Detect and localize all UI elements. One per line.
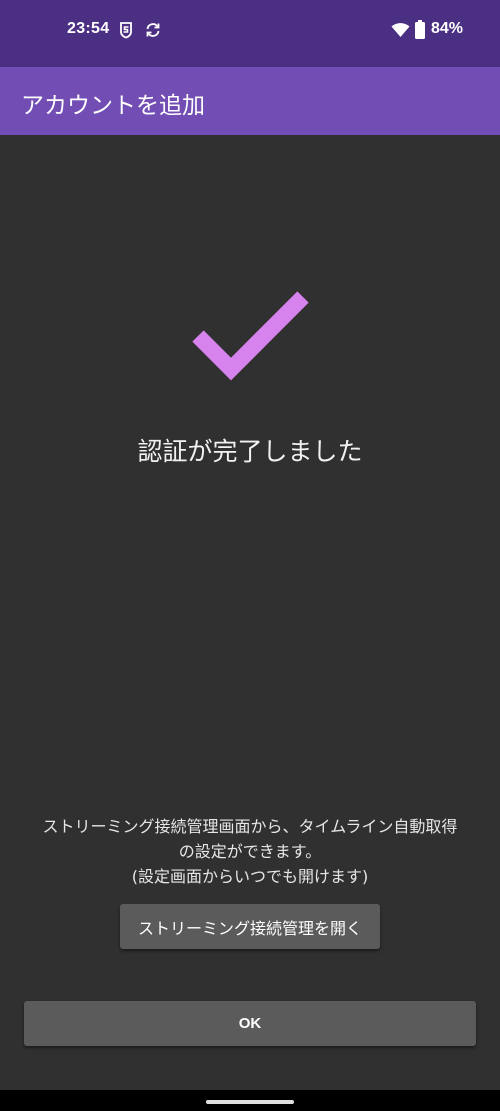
- open-streaming-settings-button[interactable]: ストリーミング接続管理を開く: [120, 904, 380, 949]
- info-line-3: (設定画面からいつでも開けます): [131, 867, 369, 886]
- battery-icon: [415, 20, 425, 39]
- battery-percent: 84%: [431, 20, 464, 37]
- status-bar: 23:54 84%: [0, 0, 500, 67]
- status-time: 23:54: [67, 20, 110, 37]
- navigation-bar: [0, 1090, 500, 1111]
- info-text: ストリーミング接続管理画面から、タイムライン自動取得 の設定ができます。 (設定…: [10, 814, 490, 889]
- check-icon: [192, 291, 309, 381]
- home-indicator[interactable]: [206, 1100, 294, 1104]
- success-title: 認証が完了しました: [137, 437, 363, 466]
- page-title: アカウントを追加: [21, 93, 205, 119]
- ok-button[interactable]: OK: [24, 1001, 476, 1046]
- info-line-1: ストリーミング接続管理画面から、タイムライン自動取得: [42, 817, 458, 836]
- sim-shield-icon: [120, 22, 132, 39]
- wifi-icon: [391, 23, 410, 37]
- sync-icon: [146, 23, 160, 37]
- info-line-2: の設定ができます。: [178, 842, 322, 861]
- app-bar: アカウントを追加: [0, 67, 500, 135]
